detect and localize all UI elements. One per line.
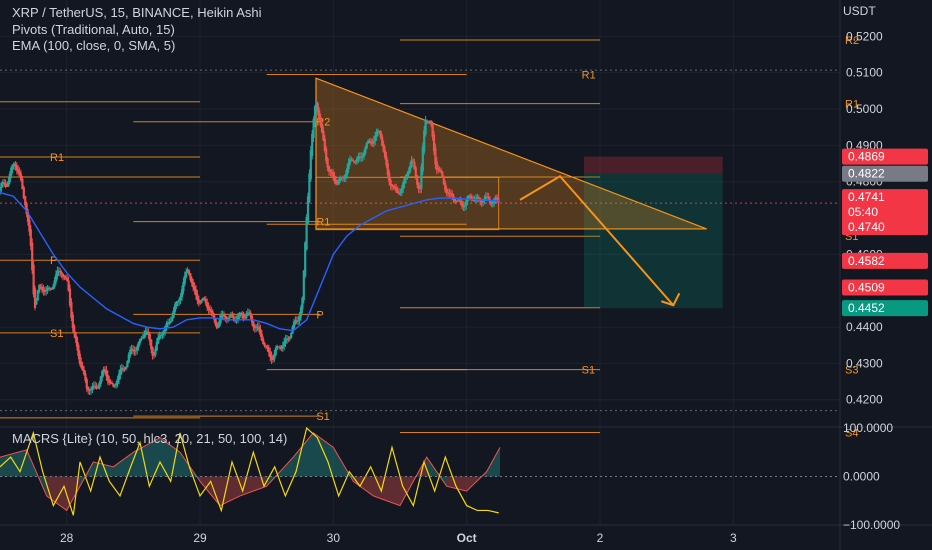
legend-ema[interactable]: EMA (100, close, 0, SMA, 5) — [12, 38, 175, 53]
y-tick: 0.5100 — [846, 66, 883, 80]
price-badge-text: 0.4869 — [848, 150, 885, 164]
price-badge-text: 0.4509 — [848, 280, 885, 294]
candle-body — [343, 177, 346, 179]
candle-body — [199, 302, 202, 304]
pivot-label: P — [50, 255, 57, 267]
candle-body — [33, 288, 37, 309]
candle-body — [168, 322, 171, 324]
x-tick: Oct — [457, 531, 477, 545]
candle-body — [102, 369, 105, 373]
pivot-levels: R1PS1R2R1PS1R1S1R2R1S1S2S3S4 — [0, 35, 859, 439]
pivot-label: S1 — [582, 365, 595, 377]
macrs-y-tick: −100.0000 — [843, 518, 900, 532]
y-tick: 0.4300 — [846, 356, 883, 370]
macrs-y-tick: 100.0000 — [843, 421, 893, 435]
price-badge-text: 05:40 — [848, 205, 878, 219]
candle-body — [410, 160, 413, 168]
position-tool[interactable] — [584, 156, 723, 309]
candle-body — [473, 200, 476, 202]
candle-body — [38, 285, 41, 293]
pivot-label: S1 — [50, 328, 63, 340]
pivot-label: R1 — [50, 152, 64, 164]
chart[interactable]: R1PS1R2R1PS1R1S1R2R1S1S2S3S4 USDT0.52000… — [0, 0, 932, 550]
candle-body — [96, 387, 100, 389]
y-tick: 0.5200 — [846, 29, 883, 43]
candle-body — [276, 345, 279, 350]
price-badge-text: 0.4740 — [848, 220, 885, 234]
x-tick: 2 — [597, 531, 604, 545]
candle-body — [271, 359, 275, 361]
candle-body — [424, 119, 427, 135]
legend-symbol[interactable]: XRP / TetherUS, 15, BINANCE, Heikin Ashi — [12, 5, 262, 20]
x-tick: 30 — [327, 531, 341, 545]
price-badge-text: 0.4582 — [848, 254, 885, 268]
y-axis-unit: USDT — [843, 4, 876, 18]
candle-body — [287, 338, 290, 340]
macrs-y-tick: 0.0000 — [843, 470, 880, 484]
x-tick: 3 — [730, 531, 737, 545]
legend-pivots[interactable]: Pivots (Traditional, Auto, 15) — [12, 22, 175, 37]
price-badge-text: 0.4741 — [848, 190, 885, 204]
price-badge-text: 0.4822 — [848, 167, 885, 181]
x-tick: 28 — [60, 531, 74, 545]
pivot-label: S1 — [316, 411, 329, 423]
candle-body — [43, 291, 46, 293]
candle-body — [144, 330, 147, 336]
triangle-pattern — [315, 77, 707, 230]
x-tick: 29 — [193, 531, 207, 545]
candle-body — [427, 122, 430, 124]
y-tick: 0.5000 — [846, 102, 883, 116]
price-badge-text: 0.4452 — [848, 301, 885, 315]
candle-body — [280, 347, 283, 349]
y-tick: 0.4400 — [846, 320, 883, 334]
y-tick: 0.4200 — [846, 393, 883, 407]
candle-body — [5, 186, 9, 188]
pivot-label: P — [316, 309, 323, 321]
pivot-label: R1 — [582, 69, 596, 81]
legend-macrs[interactable]: MACRS {Lite} (10, 50, hlc3, 20, 21, 50, … — [12, 431, 287, 446]
drawings[interactable] — [315, 77, 707, 231]
stop-loss-zone — [584, 156, 723, 174]
